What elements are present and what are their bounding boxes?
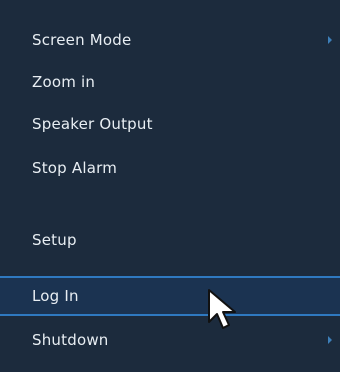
menu-item-zoom-in[interactable]: Zoom in — [0, 62, 340, 102]
menu-item-label: Speaker Output — [32, 115, 153, 133]
menu-item-shutdown[interactable]: Shutdown — [0, 320, 340, 360]
menu-item-setup[interactable]: Setup — [0, 220, 340, 260]
mouse-pointer-icon — [208, 289, 236, 329]
menu-item-label: Log In — [32, 287, 79, 305]
menu-item-label: Shutdown — [32, 331, 109, 349]
menu-item-speaker-output[interactable]: Speaker Output — [0, 104, 340, 144]
menu-item-stop-alarm[interactable]: Stop Alarm — [0, 148, 340, 188]
menu-item-screen-mode[interactable]: Screen Mode — [0, 20, 340, 60]
menu-item-label: Screen Mode — [32, 31, 132, 49]
chevron-right-icon — [328, 336, 332, 344]
menu-item-log-in[interactable]: Log In — [0, 276, 340, 316]
menu-item-label: Stop Alarm — [32, 159, 118, 177]
chevron-right-icon — [328, 36, 332, 44]
menu-item-label: Zoom in — [32, 73, 96, 91]
menu-item-label: Setup — [32, 231, 77, 249]
context-menu: Screen Mode Zoom in Speaker Output Stop … — [0, 0, 340, 372]
